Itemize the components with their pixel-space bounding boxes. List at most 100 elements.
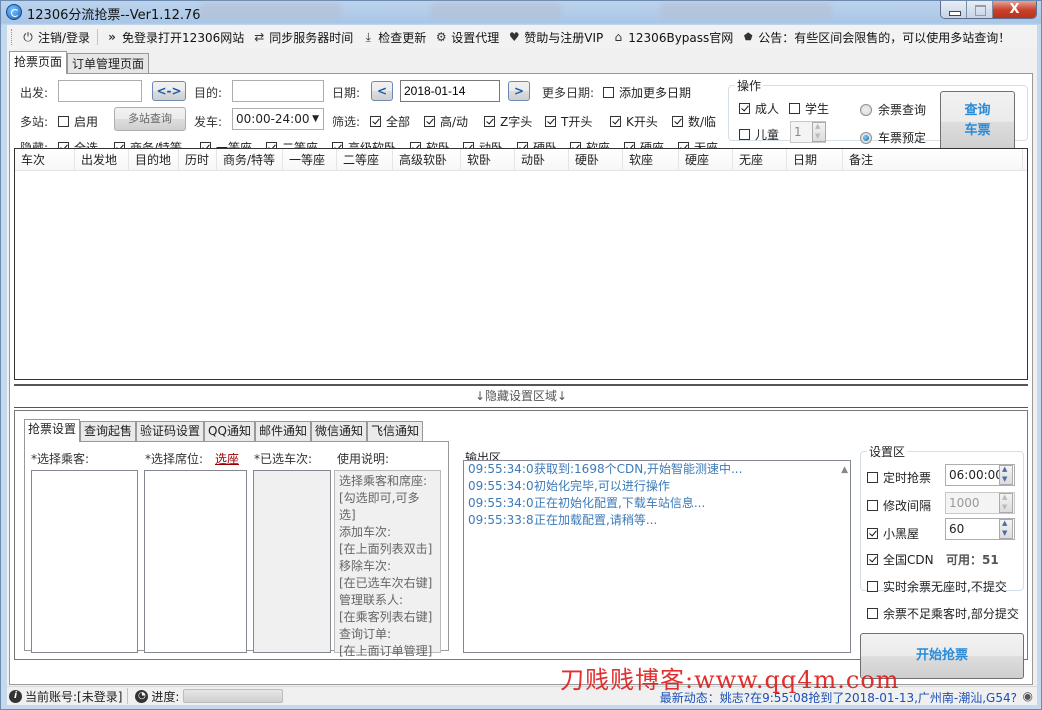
query-tickets-button[interactable]: 查询 车票	[940, 91, 1015, 152]
modify-interval-checkbox[interactable]: 修改间隔	[867, 497, 931, 514]
no-seat-no-submit-checkbox[interactable]: 实时余票无座时,不提交	[867, 578, 1007, 595]
column-header[interactable]: 硬座	[679, 149, 733, 170]
column-header[interactable]: 软卧	[461, 149, 515, 170]
checkbox-label: 修改间隔	[883, 499, 932, 513]
column-header[interactable]: 高级软卧	[393, 149, 461, 170]
column-header[interactable]: 日期	[787, 149, 843, 170]
maximize-button[interactable]	[967, 1, 993, 18]
to-station-input[interactable]	[232, 80, 324, 102]
checkbox-label: 儿童	[755, 128, 780, 142]
minimize-button[interactable]	[941, 1, 967, 18]
prev-date-button[interactable]: <	[371, 81, 393, 101]
latest-news[interactable]: 最新动态：姚志?在9:55:08抢到了2018-01-13,广州南-潮汕,G54…	[660, 689, 1017, 706]
open-12306-button[interactable]: » 免登录打开12306网站	[101, 26, 248, 48]
rss-icon[interactable]: ◉	[1023, 689, 1033, 703]
tab-grab-tickets[interactable]: 抢票页面	[9, 51, 68, 74]
adult-checkbox[interactable]: 成人	[739, 100, 779, 117]
filter-checkbox[interactable]: 高/动	[424, 113, 468, 130]
official-site-button[interactable]: ⌂ 12306Bypass官网	[607, 26, 737, 48]
timed-grab-spinner[interactable]	[999, 465, 1013, 485]
blurred-taskbar-tab	[201, 3, 341, 19]
toolbar-label: 赞助与注册VIP	[524, 30, 604, 45]
operation-title: 操作	[735, 77, 764, 94]
toolbar-label: 注销/登录	[38, 30, 91, 45]
sponsor-vip-button[interactable]: ♥ 赞助与注册VIP	[503, 26, 607, 48]
column-header[interactable]: 车次	[15, 149, 75, 170]
date-input[interactable]	[400, 80, 500, 102]
log-message: 获取到:1698个CDN,开始智能测速中...	[534, 462, 743, 476]
timed-grab-checkbox[interactable]: 定时抢票	[867, 469, 931, 486]
sync-time-button[interactable]: ⇄ 同步服务器时间	[248, 26, 357, 48]
from-station-input[interactable]	[58, 80, 142, 102]
blackroom-spinner[interactable]	[999, 519, 1013, 539]
power-icon: ⏻	[23, 29, 33, 44]
multi-station-enable-checkbox[interactable]: 启用	[58, 113, 98, 130]
start-grab-button[interactable]: 开始抢票	[860, 633, 1024, 679]
output-log[interactable]: ▲ 09:55:34:0获取到:1698个CDN,开始智能测速中... 09:55…	[463, 460, 851, 653]
settings-tab[interactable]: 抢票设置	[24, 419, 81, 442]
swap-stations-button[interactable]: <->	[152, 81, 186, 101]
train-results-table[interactable]: 车次 出发地 目的地 历时 商务/特等 一等座 二等座 高级软卧 软卧 动卧 硬卧 软座 硬座 无座 日期备…	[14, 148, 1028, 380]
column-header[interactable]: 硬卧	[569, 149, 623, 170]
column-header[interactable]: 软座	[623, 149, 679, 170]
checkbox-label: 实时余票无座时,不提交	[883, 580, 1007, 594]
log-message: 正在加载配置,请稍等...	[534, 513, 658, 527]
selected-trains-list[interactable]	[253, 470, 331, 653]
column-header[interactable]: 动卧	[515, 149, 569, 170]
column-header[interactable]: 出发地	[75, 149, 129, 170]
proxy-settings-button[interactable]: ⚙ 设置代理	[430, 26, 503, 48]
settings-tab[interactable]: 邮件通知	[254, 421, 311, 441]
child-checkbox[interactable]: 儿童	[739, 126, 779, 143]
title-bar[interactable]: 12306分流抢票--Ver1.12.76 X	[1, 1, 1041, 23]
usage-line: [在上面订单管理]	[339, 644, 433, 658]
column-header[interactable]: 一等座	[283, 149, 337, 170]
national-cdn-checkbox[interactable]: 全国CDN	[867, 551, 934, 568]
date-label: 日期:	[332, 86, 361, 100]
window-controls: X	[940, 1, 1037, 19]
toolbar-separator	[97, 29, 99, 45]
filter-checkbox[interactable]: T开头	[545, 113, 592, 130]
scroll-up-icon[interactable]: ▲	[841, 465, 848, 475]
settings-tab[interactable]: 飞信通知	[366, 421, 423, 441]
filter-checkbox[interactable]: Z字头	[484, 113, 532, 130]
check-update-button[interactable]: ⤓ 检查更新	[357, 26, 430, 48]
radio-label: 余票查询	[878, 103, 927, 117]
interval-spinner[interactable]	[999, 493, 1013, 513]
toolbar: ⏻ 注销/登录 » 免登录打开12306网站 ⇄ 同步服务器时间 ⤓ 检查更新 …	[7, 25, 1037, 49]
add-more-dates-checkbox[interactable]: 添加更多日期	[603, 84, 691, 101]
student-checkbox[interactable]: 学生	[789, 100, 829, 117]
column-header[interactable]: 商务/特等	[217, 149, 283, 170]
multi-station-query-button[interactable]: 多站查询	[114, 107, 186, 131]
settings-tab[interactable]: QQ通知	[204, 421, 255, 441]
announcement-button[interactable]: ⬟ 公告：有些区间会限售的，可以使用多站查询！	[737, 26, 1014, 48]
filter-checkbox[interactable]: K开头	[610, 113, 658, 130]
remaining-query-radio[interactable]: 余票查询	[860, 101, 926, 118]
filter-checkbox[interactable]: 数/临	[672, 113, 716, 130]
depart-time-select[interactable]: 00:00-24:00 ▼	[232, 108, 324, 130]
child-count-spinner[interactable]	[812, 122, 826, 142]
settings-tab[interactable]: 微信通知	[310, 421, 367, 441]
checkbox-label: 小黑屋	[883, 527, 920, 541]
logout-login-button[interactable]: ⏻ 注销/登录	[17, 26, 94, 48]
settings-tab[interactable]: 验证码设置	[136, 421, 205, 441]
close-button[interactable]: X	[993, 1, 1036, 18]
column-header[interactable]: 二等座	[337, 149, 393, 170]
blackroom-checkbox[interactable]: 小黑屋	[867, 525, 919, 542]
from-label: 出发:	[20, 86, 49, 100]
partial-submit-checkbox[interactable]: 余票不足乘客时,部分提交	[867, 605, 1019, 622]
column-header[interactable]: 目的地	[129, 149, 179, 170]
passenger-list[interactable]	[31, 470, 138, 653]
column-header[interactable]: 备注	[843, 149, 1023, 170]
next-date-button[interactable]: >	[508, 81, 530, 101]
toggle-settings-area-button[interactable]: ↓隐藏设置区域↓	[14, 384, 1028, 408]
booking-radio[interactable]: 车票预定	[860, 129, 926, 146]
toolbar-grip[interactable]	[11, 29, 14, 45]
settings-tab[interactable]: 查询起售	[80, 421, 137, 441]
gear-icon: ⚙	[435, 30, 447, 44]
column-header[interactable]: 无座	[733, 149, 787, 170]
tab-order-management[interactable]: 订单管理页面	[67, 53, 150, 74]
seat-list[interactable]	[144, 470, 247, 653]
filter-checkbox[interactable]: 全部	[370, 113, 410, 130]
column-header[interactable]: 历时	[179, 149, 217, 170]
choose-seat-link[interactable]: 选座	[215, 450, 239, 467]
